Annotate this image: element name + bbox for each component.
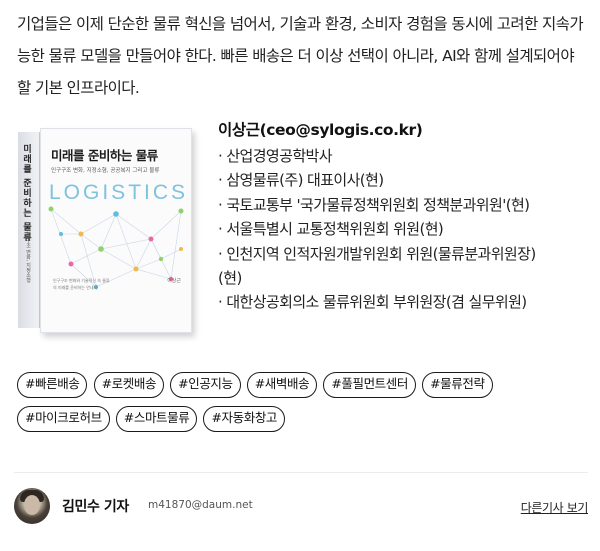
- credential-item: (현): [218, 269, 242, 288]
- book-cover-image: 미래를 준비하는 물류 인구구조 변화, 지정소형 미래를 준비하는 물류 인구…: [16, 128, 192, 333]
- book-front-cover: 미래를 준비하는 물류 인구구조 변화, 지정소형, 공공복지 그리고 물류 L…: [40, 128, 192, 333]
- tag-ai[interactable]: #인공지능: [170, 372, 241, 398]
- credential-item: · 인천지역 인적자원개발위원회 위원(물류분과위원장): [218, 244, 536, 263]
- author-profile-box: 미래를 준비하는 물류 인구구조 변화, 지정소형 미래를 준비하는 물류 인구…: [14, 114, 590, 344]
- book-title: 미래를 준비하는 물류: [51, 148, 158, 163]
- tag-fast-delivery[interactable]: #빠른배송: [17, 372, 88, 398]
- divider: [14, 472, 588, 473]
- reporter-avatar[interactable]: [14, 488, 50, 524]
- tag-smart-logistics[interactable]: #스마트물류: [115, 406, 198, 432]
- author-name: 이상근(ceo@sylogis.co.kr): [218, 121, 423, 139]
- credential-item: · 국토교통부 '국가물류정책위원회 정책분과위원'(현): [218, 195, 530, 214]
- tag-logistics-strategy[interactable]: #물류전략: [422, 372, 493, 398]
- book-blurb: 인구구조 변화와 기술혁신 속 물류의 미래를 준비하는 안내서: [53, 278, 110, 290]
- article-closing-paragraph: 기업들은 이제 단순한 물류 혁신을 넘어서, 기술과 환경, 소비자 경험을 …: [17, 15, 584, 97]
- tag-fulfillment-center[interactable]: #풀필먼트센터: [323, 372, 416, 398]
- credential-item: · 대한상공회의소 물류위원회 부위원장(겸 실무위원): [218, 293, 527, 312]
- tag-automated-warehouse[interactable]: #자동화창고: [203, 406, 286, 432]
- tag-micro-hub[interactable]: #마이크로허브: [17, 406, 110, 432]
- avatar-face: [24, 495, 40, 515]
- reporter-name[interactable]: 김민수 기자: [62, 496, 129, 516]
- book-author: 이상근: [167, 278, 181, 284]
- reporter-email[interactable]: m41870@daum.net: [148, 499, 253, 511]
- tag-dawn-delivery[interactable]: #새벽배송: [246, 372, 318, 398]
- more-articles-link[interactable]: 다른기사 보기: [521, 499, 589, 516]
- reporter-bar: 김민수 기자 m41870@daum.net 다른기사 보기: [14, 488, 588, 528]
- tag-list: #빠른배송 #로켓배송 #인공지능 #새벽배송 #풀필먼트센터 #물류전략 #마…: [17, 372, 587, 440]
- author-credentials: · 산업경영공학박사 · 삼영물류(주) 대표이사(현) · 국토교통부 '국가…: [218, 144, 590, 315]
- credential-item: · 산업경영공학박사: [218, 147, 333, 165]
- book-subtitle: 인구구조 변화, 지정소형, 공공복지 그리고 물류: [51, 168, 160, 174]
- book-spine-subtitle: 인구구조 변화, 지정소형: [25, 228, 31, 283]
- credential-item: · 삼영물류(주) 대표이사(현): [218, 171, 384, 190]
- credential-item: · 서울특별시 교통정책위원회 위원(현): [218, 220, 444, 239]
- tag-rocket-delivery[interactable]: #로켓배송: [93, 372, 165, 398]
